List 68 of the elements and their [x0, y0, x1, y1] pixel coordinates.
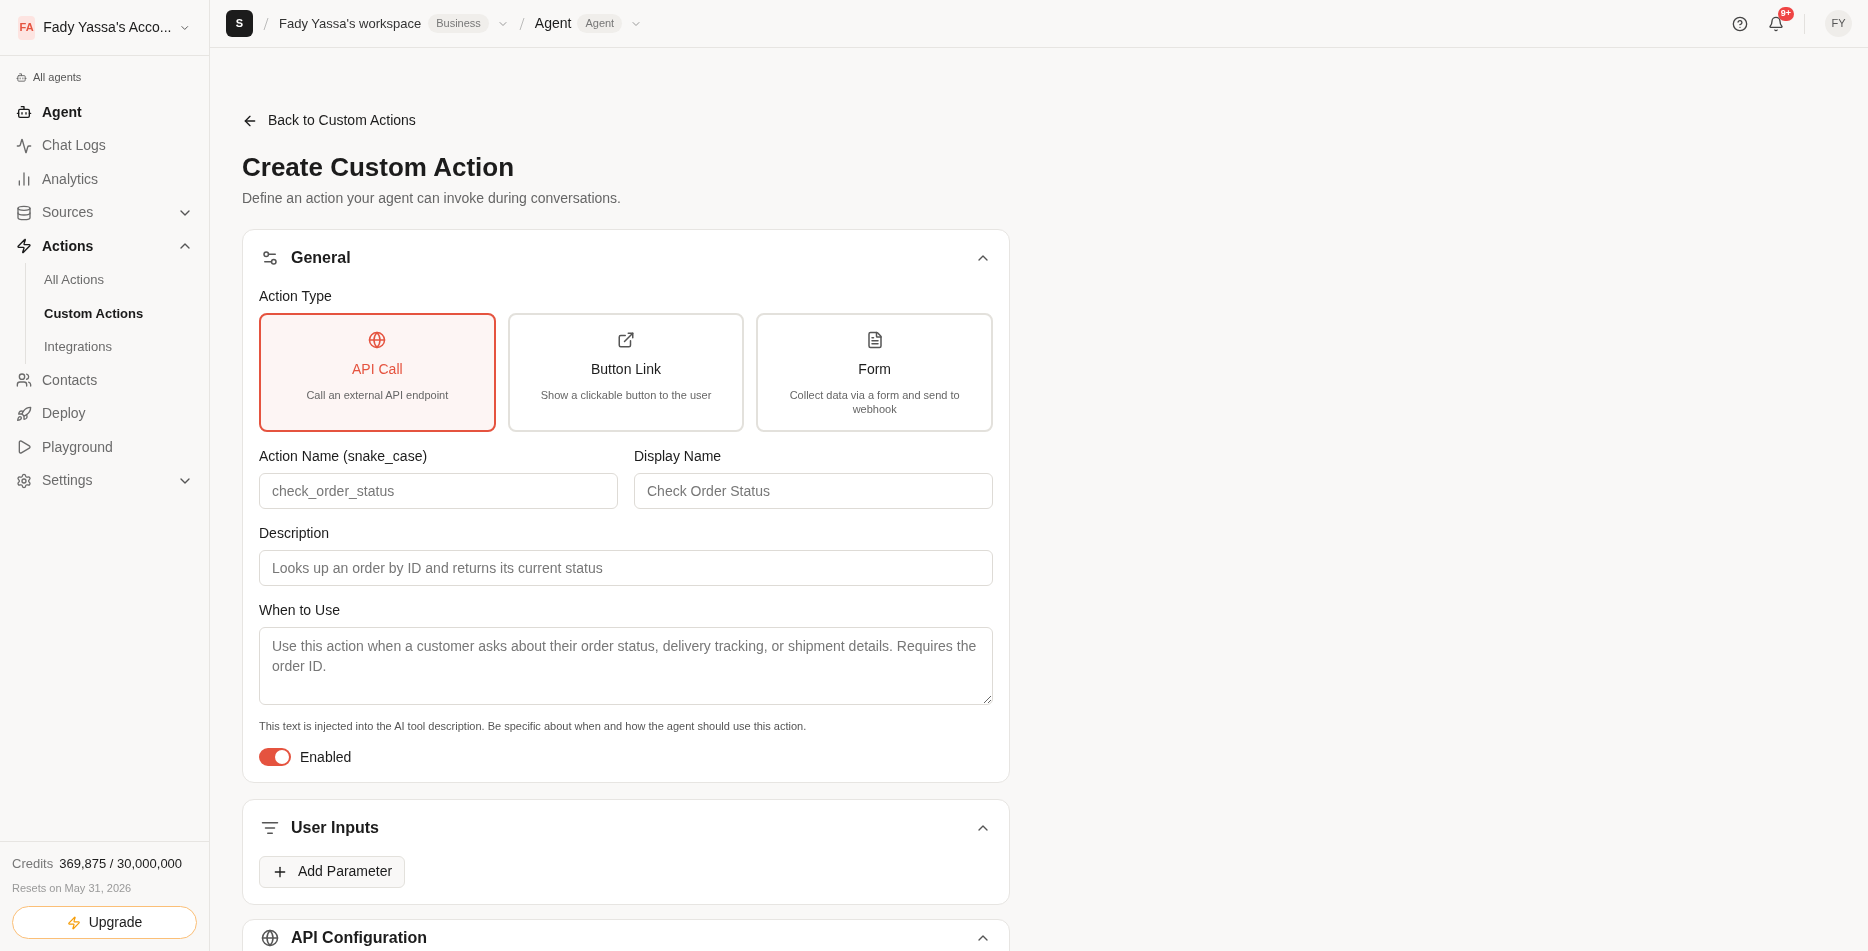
account-name[interactable]: Fady Yassa's Acco... [43, 17, 172, 38]
pulse-icon [16, 137, 32, 154]
action-name-field[interactable]: check_order_status [259, 473, 618, 509]
document-icon [865, 331, 884, 349]
toggle-label: Enabled [300, 747, 352, 767]
action-type-card[interactable]: API Call Call an external API endpoint [259, 313, 496, 432]
lightning-icon [16, 238, 32, 255]
nav-item[interactable]: Sources [16, 196, 193, 230]
globe-icon [261, 928, 279, 947]
description-field[interactable]: Looks up an order by ID and returns its current status [259, 550, 993, 586]
workspace-name[interactable]: Fady Yassa's workspace [279, 13, 422, 34]
plan-badge: Business [428, 14, 489, 33]
user-avatar[interactable]: FY [1825, 10, 1852, 37]
nav-item[interactable]: Contacts [16, 363, 193, 397]
enabled-toggle[interactable] [259, 748, 291, 766]
resets-date: Resets on May 31, 2026 [12, 880, 133, 896]
database-icon [16, 204, 32, 221]
field-label: Action Name (snake_case) [259, 447, 429, 466]
nav-item[interactable]: Playground [16, 430, 193, 464]
nav-subitem[interactable]: Custom Actions [44, 296, 193, 330]
sliders-icon [261, 249, 279, 267]
nav-subitem[interactable]: All Actions [44, 263, 193, 297]
nav-subitem[interactable]: Integrations [44, 330, 193, 364]
display-name-field[interactable]: Check Order Status [634, 473, 993, 509]
globe-icon [368, 331, 387, 349]
section-title: User Inputs [291, 817, 379, 838]
bar-chart-icon [16, 171, 32, 188]
play-icon [16, 439, 32, 456]
help-icon[interactable] [1732, 15, 1748, 32]
bell-icon[interactable] [1768, 15, 1784, 32]
field-label: When to Use [259, 601, 341, 620]
upgrade-button[interactable]: Upgrade [12, 906, 197, 939]
rocket-icon [16, 405, 32, 422]
gear-icon [16, 472, 32, 489]
slash-icon [263, 17, 269, 30]
users-icon [16, 372, 32, 389]
robot-icon [16, 71, 27, 83]
credits-value: 369,875 / 30,000,000 [59, 855, 183, 873]
nav-item[interactable]: Agent [16, 95, 193, 129]
all-agents-link[interactable]: All agents [33, 69, 82, 86]
nav-item[interactable]: Analytics [16, 162, 193, 196]
account-avatar: FA [18, 15, 36, 40]
field-label: Description [259, 524, 331, 543]
add-parameter-button[interactable]: Add Parameter [259, 855, 406, 888]
agent-name[interactable]: Agent [534, 13, 572, 34]
lightning-icon [66, 915, 81, 930]
action-type-card[interactable]: Form Collect data via a form and send to webhook [756, 313, 993, 432]
nav-item[interactable]: Actions [16, 229, 193, 263]
nav-item[interactable]: Settings [16, 464, 193, 498]
field-label: Display Name [634, 447, 723, 466]
robot-icon [16, 104, 32, 121]
hint-text: This text is injected into the AI tool description. Be specific about when and how the agent should use this action. [259, 719, 808, 734]
workspace-logo[interactable]: S [226, 10, 253, 37]
credits-label: Credits [12, 855, 54, 873]
notification-badge: 9+ [1777, 6, 1794, 21]
section-title: General [291, 248, 351, 268]
page-title: Create Custom Action [242, 151, 516, 183]
agent-badge: Agent [577, 14, 623, 33]
slash-icon [518, 17, 525, 30]
nav-item[interactable]: Deploy [16, 397, 193, 431]
page-subtitle: Define an action your agent can invoke during conversations. [242, 189, 622, 208]
external-link-icon [617, 331, 635, 349]
nav-item[interactable]: Chat Logs [16, 129, 193, 163]
action-type-card[interactable]: Button Link Show a clickable button to the user [507, 313, 745, 432]
back-link[interactable]: Back to Custom Actions [242, 110, 416, 131]
section-title: API Configuration [291, 927, 427, 948]
when-to-use-field[interactable]: Use this action when a customer asks about their order status, delivery tracking, or shipment details. Requires the order ID. [259, 627, 993, 705]
field-label: Action Type [259, 287, 333, 306]
